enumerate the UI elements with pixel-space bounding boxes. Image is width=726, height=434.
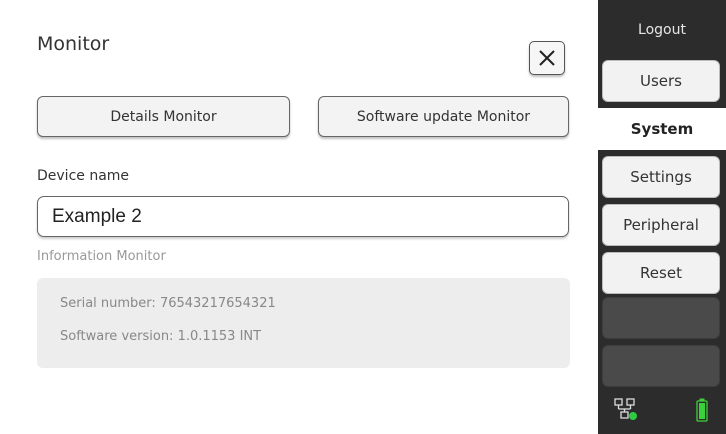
sidebar: Logout Users System Settings Peripheral …	[598, 0, 726, 434]
network-connected-icon	[614, 398, 637, 420]
tab-reset[interactable]: Reset	[602, 252, 720, 294]
tab-peripheral[interactable]: Peripheral	[602, 204, 720, 246]
tab-settings[interactable]: Settings	[602, 156, 720, 198]
tab-empty-1	[602, 297, 720, 339]
main-panel: Monitor Details Monitor Software update …	[0, 0, 598, 434]
logout-button[interactable]: Logout	[598, 22, 726, 38]
tab-users[interactable]: Users	[602, 60, 720, 102]
software-version-text: Software version: 1.0.1153 INT	[60, 329, 262, 344]
close-button[interactable]	[529, 41, 565, 75]
information-label: Information Monitor	[37, 249, 166, 264]
tab-system[interactable]: System	[598, 108, 726, 150]
information-box: Serial number: 76543217654321 Software v…	[37, 278, 570, 368]
serial-number-text: Serial number: 76543217654321	[60, 296, 276, 311]
software-update-button[interactable]: Software update Monitor	[318, 96, 569, 137]
device-name-field[interactable]	[37, 196, 569, 237]
page-title: Monitor	[37, 33, 110, 55]
tab-empty-2	[602, 345, 720, 387]
battery-full-icon	[696, 398, 708, 422]
device-name-label: Device name	[37, 168, 130, 184]
close-icon	[539, 50, 555, 66]
details-monitor-button[interactable]: Details Monitor	[37, 96, 290, 137]
